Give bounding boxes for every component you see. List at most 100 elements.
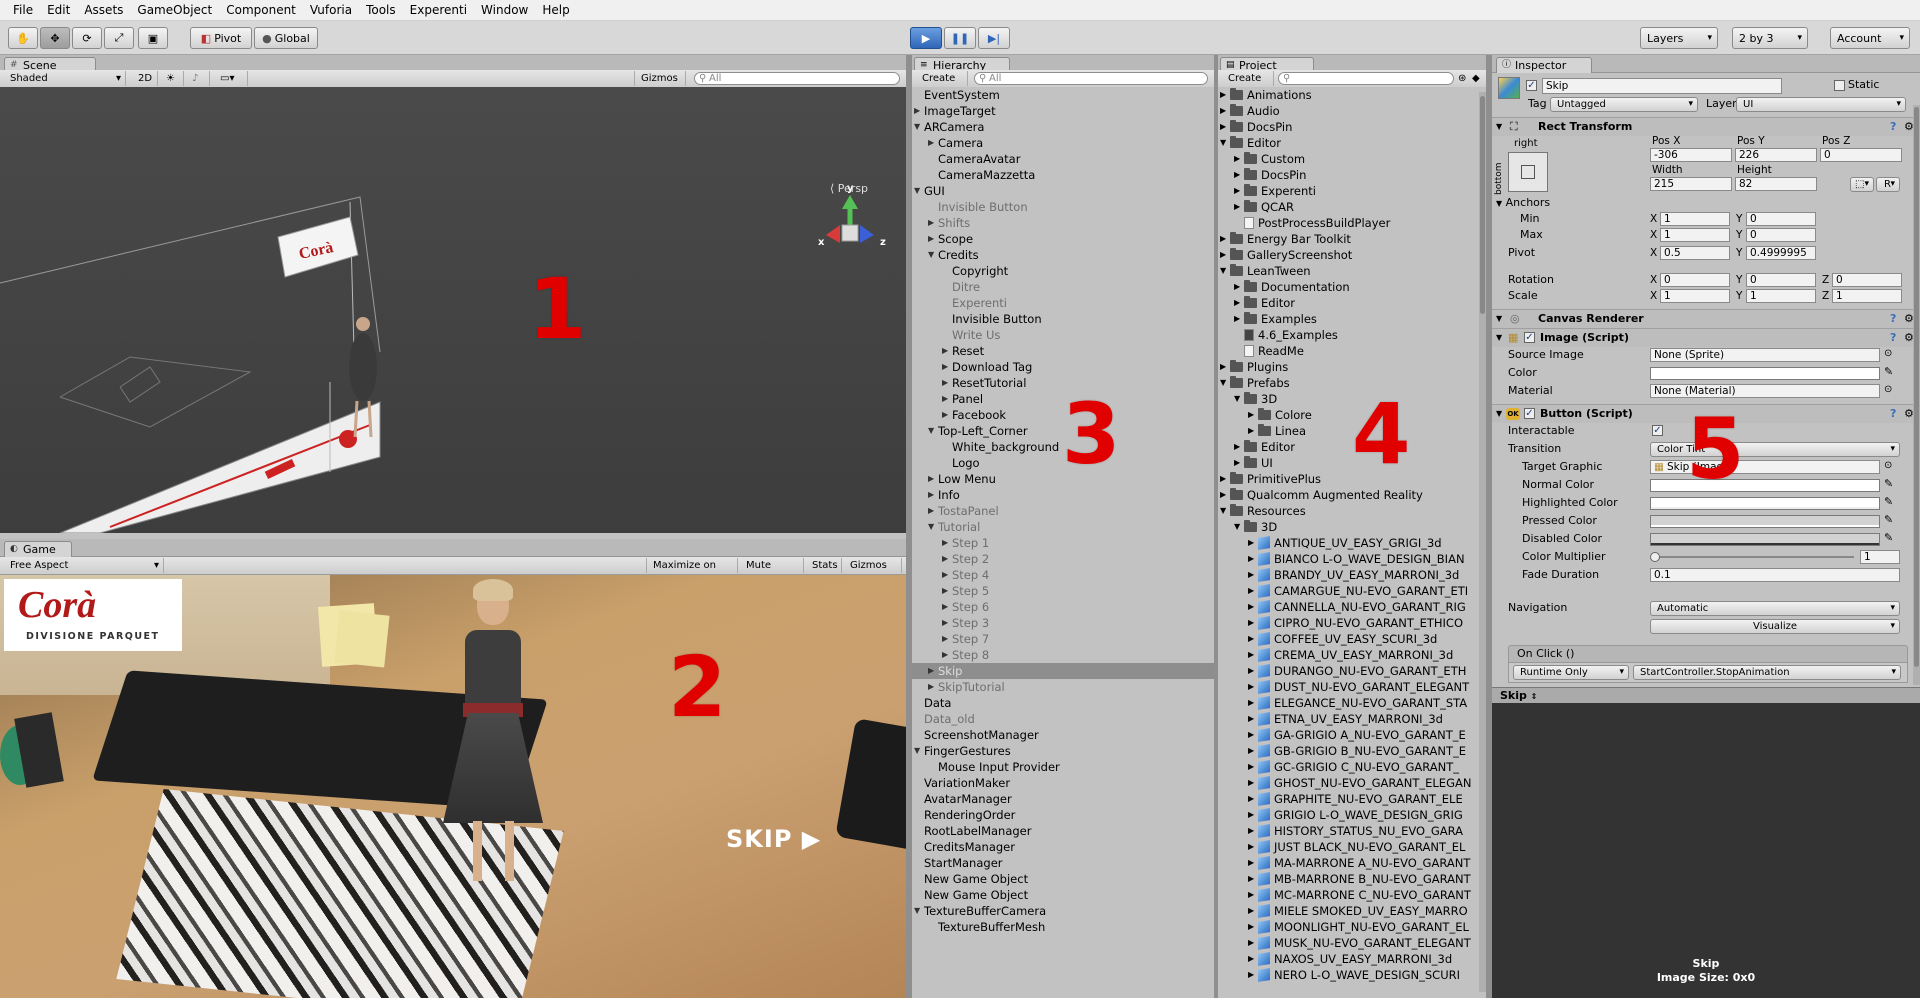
hierarchy-item[interactable]: ▶ TostaPanel	[912, 503, 1214, 519]
move-tool-icon[interactable]: ✥	[40, 27, 70, 49]
hierarchy-create-dropdown[interactable]: Create ▾	[916, 71, 968, 99]
collapsed-arrow-icon[interactable]: ▶	[942, 615, 948, 631]
audio-icon[interactable]: ♪	[186, 71, 210, 86]
scene-view[interactable]: Corà y x z ⟨ Persp 1	[0, 87, 906, 533]
collapsed-arrow-icon[interactable]: ▶	[1248, 887, 1254, 903]
expanded-arrow-icon[interactable]: ▼	[1220, 503, 1226, 519]
width-field[interactable]: 215	[1650, 177, 1732, 191]
collapsed-arrow-icon[interactable]: ▶	[942, 535, 948, 551]
fade-duration-field[interactable]: 0.1	[1650, 568, 1900, 582]
eyedropper-icon[interactable]: ✎	[1884, 477, 1893, 490]
target-graphic-field[interactable]: ▦ Skip (Image)	[1650, 460, 1880, 474]
collapsed-arrow-icon[interactable]: ▶	[1248, 647, 1254, 663]
maximize-on-play-toggle[interactable]: Maximize on Play	[646, 558, 738, 586]
object-picker-icon[interactable]: ⊙	[1884, 348, 1892, 359]
mute-audio-toggle[interactable]: Mute audio	[740, 558, 804, 586]
global-toggle[interactable]: ● Global	[254, 27, 318, 49]
static-checkbox[interactable]	[1834, 80, 1845, 91]
project-item[interactable]: ▶ ETNA_UV_EASY_MARRONI_3d	[1218, 711, 1486, 727]
inspector-scrollbar[interactable]	[1913, 105, 1920, 685]
hierarchy-item[interactable]: ▶ Step 5	[912, 583, 1214, 599]
hierarchy-item[interactable]: Write Us	[912, 327, 1214, 343]
collapsed-arrow-icon[interactable]: ▶	[928, 215, 934, 231]
project-item[interactable]: ▶ ANTIQUE_UV_EASY_GRIGI_3d	[1218, 535, 1486, 551]
project-item[interactable]: ▶ Qualcomm Augmented Reality	[1218, 487, 1486, 503]
hierarchy-item[interactable]: ▶ Step 7	[912, 631, 1214, 647]
anchor-min-y-field[interactable]: 0	[1746, 212, 1816, 226]
menu-edit[interactable]: Edit	[40, 0, 77, 21]
object-picker-icon[interactable]: ⊙	[1884, 384, 1892, 395]
collapsed-arrow-icon[interactable]: ▶	[942, 551, 948, 567]
rotation-y-field[interactable]: 0	[1746, 273, 1816, 287]
project-item[interactable]: ▶ Plugins	[1218, 359, 1486, 375]
project-item[interactable]: ▶ MB-MARRONE B_NU-EVO_GARANT	[1218, 871, 1486, 887]
project-item[interactable]: ▶ Editor	[1218, 295, 1486, 311]
hierarchy-item[interactable]: New Game Object	[912, 887, 1214, 903]
expanded-arrow-icon[interactable]: ▼	[928, 423, 934, 439]
expanded-arrow-icon[interactable]: ▼	[1220, 135, 1226, 151]
project-item[interactable]: ▶ CANNELLA_NU-EVO_GARANT_RIG	[1218, 599, 1486, 615]
color-multiplier-field[interactable]: 1	[1860, 550, 1900, 564]
menu-tools[interactable]: Tools	[359, 0, 403, 21]
hierarchy-item[interactable]: Invisible Button	[912, 199, 1214, 215]
project-item[interactable]: ▶ DocsPin	[1218, 119, 1486, 135]
step-button[interactable]: ▶|	[978, 27, 1010, 49]
hierarchy-item[interactable]: TextureBufferMesh	[912, 919, 1214, 935]
preview-header[interactable]: Skip ⇕	[1492, 687, 1920, 703]
inspector-scrollbar-thumb[interactable]	[1914, 107, 1919, 667]
project-item[interactable]: ▼ LeanTween	[1218, 263, 1486, 279]
collapsed-arrow-icon[interactable]: ▶	[928, 663, 934, 679]
canvas-renderer-header[interactable]: ▼ ◎ Canvas Renderer ? ⚙	[1492, 309, 1920, 328]
hierarchy-item[interactable]: ▶ Step 6	[912, 599, 1214, 615]
project-item[interactable]: ▶ NERO L-O_WAVE_DESIGN_SCURI	[1218, 967, 1486, 983]
project-item[interactable]: ▶ MA-MARRONE A_NU-EVO_GARANT	[1218, 855, 1486, 871]
slider-handle[interactable]	[1650, 552, 1660, 562]
collapsed-arrow-icon[interactable]: ▶	[1248, 807, 1254, 823]
hierarchy-item[interactable]: ▶ Reset	[912, 343, 1214, 359]
collapsed-arrow-icon[interactable]: ▶	[1220, 103, 1226, 119]
collapsed-arrow-icon[interactable]: ▶	[942, 599, 948, 615]
project-scrollbar-thumb[interactable]	[1480, 96, 1485, 314]
collapsed-arrow-icon[interactable]: ▶	[928, 231, 934, 247]
collapsed-arrow-icon[interactable]: ▶	[942, 583, 948, 599]
collapsed-arrow-icon[interactable]: ▶	[942, 343, 948, 359]
pivot-y-field[interactable]: 0.4999995	[1746, 246, 1816, 260]
collapsed-arrow-icon[interactable]: ▶	[928, 679, 934, 695]
rotation-z-field[interactable]: 0	[1832, 273, 1902, 287]
project-item[interactable]: ▶ COFFEE_UV_EASY_SCURI_3d	[1218, 631, 1486, 647]
scale-tool-icon[interactable]: ⤢	[104, 27, 134, 49]
aspect-dropdown[interactable]: Free Aspect ▾	[4, 558, 164, 573]
visualize-button[interactable]: Visualize	[1650, 619, 1900, 634]
project-item[interactable]: ▶ CREMA_UV_EASY_MARRONI_3d	[1218, 647, 1486, 663]
button-enabled-checkbox[interactable]: ✓	[1524, 408, 1535, 419]
runtime-dropdown[interactable]: Runtime Only	[1513, 665, 1629, 680]
expanded-arrow-icon[interactable]: ▼	[1234, 519, 1240, 535]
lighting-icon[interactable]: ☀	[160, 71, 184, 86]
hierarchy-item[interactable]: ▶ Skip	[912, 663, 1214, 679]
collapsed-arrow-icon[interactable]: ▶	[928, 471, 934, 487]
project-item[interactable]: ▶ MIELE SMOKED_UV_EASY_MARRO	[1218, 903, 1486, 919]
project-item[interactable]: ▶ Animations	[1218, 87, 1486, 103]
collapsed-arrow-icon[interactable]: ▶	[1220, 87, 1226, 103]
hierarchy-item[interactable]: ▶ Camera	[912, 135, 1214, 151]
pause-button[interactable]: ❚❚	[944, 27, 976, 49]
hierarchy-item[interactable]: CameraMazzetta	[912, 167, 1214, 183]
hierarchy-item[interactable]: ▶ SkipTutorial	[912, 679, 1214, 695]
project-item[interactable]: ▶ Documentation	[1218, 279, 1486, 295]
eyedropper-icon[interactable]: ✎	[1884, 495, 1893, 508]
project-item[interactable]: ▶ Audio	[1218, 103, 1486, 119]
collapsed-arrow-icon[interactable]: ▶	[1248, 839, 1254, 855]
project-item[interactable]: ▶ GRIGIO L-O_WAVE_DESIGN_GRIG	[1218, 807, 1486, 823]
collapsed-arrow-icon[interactable]: ▶	[1248, 535, 1254, 551]
hierarchy-item[interactable]: Experenti	[912, 295, 1214, 311]
active-checkbox[interactable]: ✓	[1526, 80, 1537, 91]
hierarchy-item[interactable]: Data	[912, 695, 1214, 711]
hierarchy-item[interactable]: New Game Object	[912, 871, 1214, 887]
collapsed-arrow-icon[interactable]: ▶	[1248, 855, 1254, 871]
menu-experenti[interactable]: Experenti	[403, 0, 474, 21]
color-swatch[interactable]	[1650, 367, 1880, 380]
help-icon[interactable]: ?	[1890, 405, 1896, 423]
pos-y-field[interactable]: 226	[1735, 148, 1817, 162]
collapsed-arrow-icon[interactable]: ▶	[1234, 151, 1240, 167]
anchor-min-x-field[interactable]: 1	[1660, 212, 1730, 226]
